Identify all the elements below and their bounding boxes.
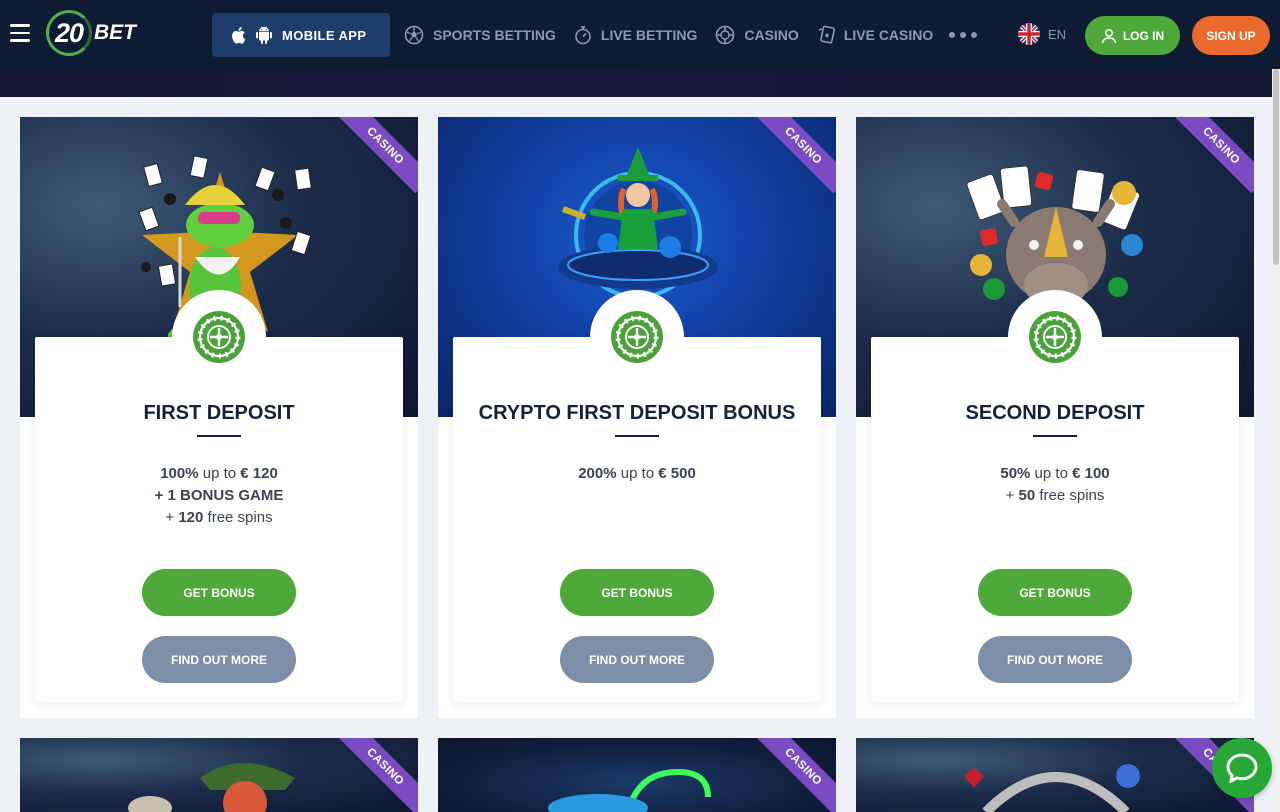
- top-navigation-bar: 20 BET MOBILE APP SPORTS BETTING LIVE BE…: [0, 0, 1280, 69]
- title-divider: [615, 435, 659, 437]
- main-nav: SPORTS BETTING LIVE BETTING CASINO LIVE …: [404, 0, 978, 69]
- bonus-card-image: CASINO: [438, 738, 836, 812]
- roulette-badge: [1008, 290, 1102, 384]
- mobile-app-button[interactable]: MOBILE APP: [212, 13, 390, 57]
- roulette-badge: [590, 290, 684, 384]
- bonus-description-line: 100% up to € 120: [35, 463, 403, 485]
- login-label: LOG IN: [1122, 28, 1165, 43]
- bonus-description-line: + 50 free spins: [871, 485, 1239, 507]
- bonus-title: CRYPTO FIRST DEPOSIT BONUS: [478, 402, 796, 424]
- bonus-text: 200%: [578, 465, 617, 482]
- nav-sports-betting[interactable]: SPORTS BETTING: [404, 25, 556, 45]
- nav-label: LIVE CASINO: [843, 26, 934, 43]
- bonus-text: +: [1005, 487, 1019, 504]
- bonus-title: FIRST DEPOSIT: [143, 402, 295, 424]
- bonus-text: + 1 BONUS GAME: [154, 487, 284, 504]
- bonus-text: € 100: [1072, 465, 1110, 482]
- bonus-title: SECOND DEPOSIT: [965, 402, 1145, 424]
- bonus-description: 50% up to € 100 + 50 free spins: [871, 463, 1239, 507]
- apple-icon: [232, 27, 246, 44]
- bonus-card: CASINO FIRST DEPOSIT 100% up to € 120 + 1…: [20, 117, 418, 718]
- stopwatch-icon: [575, 25, 591, 44]
- bonus-card-image: CASINO: [856, 738, 1254, 812]
- bonus-description: 100% up to € 120 + 1 BONUS GAME + 120 free…: [35, 463, 403, 529]
- logo-ring: 20: [46, 10, 92, 56]
- roulette-wheel-icon: [193, 311, 245, 363]
- bonus-text: +: [165, 509, 179, 526]
- bonus-text: up to: [198, 465, 241, 482]
- bonus-text: 100%: [160, 465, 199, 482]
- bonus-text: 50%: [1000, 465, 1031, 482]
- bonus-card: CASINO: [20, 738, 418, 812]
- mobile-app-label: MOBILE APP: [282, 27, 367, 43]
- bonus-description-line: + 120 free spins: [35, 507, 403, 529]
- get-bonus-button[interactable]: GET BONUS: [560, 569, 714, 616]
- language-code: EN: [1048, 26, 1067, 42]
- roulette-chip-icon: [716, 25, 735, 44]
- bonus-text: € 120: [240, 465, 278, 482]
- scrollbar-thumb[interactable]: [1273, 69, 1279, 265]
- playing-cards-icon: [818, 25, 835, 44]
- bonus-card: CASINO SECOND DEPOSIT 50% up to € 100 + 5…: [856, 117, 1254, 718]
- get-bonus-button[interactable]: GET BONUS: [142, 569, 296, 616]
- signup-button[interactable]: SIGN UP: [1192, 16, 1270, 55]
- bonus-text: free spins: [203, 509, 273, 526]
- find-out-more-button[interactable]: FIND OUT MORE: [560, 636, 714, 683]
- bonus-text: up to: [616, 465, 659, 482]
- find-out-more-button[interactable]: FIND OUT MORE: [142, 636, 296, 683]
- page-scrollbar[interactable]: [1272, 69, 1280, 812]
- bonus-text: free spins: [1035, 487, 1105, 504]
- uk-flag-icon: [1018, 23, 1040, 45]
- more-menu-icon[interactable]: [949, 31, 978, 38]
- login-button[interactable]: LOG IN: [1085, 16, 1180, 55]
- bonus-card: CASINO CRYPTO FIRST DEPOSIT BONUS 200% u…: [438, 117, 836, 718]
- bonus-description: 200% up to € 500: [453, 463, 821, 485]
- logo-text: BET: [94, 21, 136, 44]
- bonus-card-panel: SECOND DEPOSIT 50% up to € 100 + 50 free …: [871, 290, 1239, 702]
- bonus-text: up to: [1030, 465, 1073, 482]
- title-divider: [1033, 435, 1077, 437]
- nav-label: LIVE BETTING: [600, 26, 698, 43]
- find-out-more-button[interactable]: FIND OUT MORE: [978, 636, 1132, 683]
- android-icon: [256, 26, 272, 44]
- logo-number: 20: [54, 17, 84, 48]
- chat-bubble-icon: [1226, 753, 1258, 783]
- bonus-card: CASINO: [438, 738, 836, 812]
- bonus-text: 50: [1018, 487, 1036, 504]
- hero-banner-strip: [0, 69, 1280, 97]
- nav-label: SPORTS BETTING: [433, 26, 556, 43]
- roulette-wheel-icon: [1029, 311, 1081, 363]
- bonus-text: 120: [178, 509, 204, 526]
- live-chat-button[interactable]: [1212, 738, 1272, 798]
- bonus-description-line: 50% up to € 100: [871, 463, 1239, 485]
- bonus-description-line: 200% up to € 500: [453, 463, 821, 485]
- nav-live-casino[interactable]: LIVE CASINO: [817, 25, 933, 45]
- nav-label: CASINO: [744, 26, 799, 43]
- bonus-description-line: + 1 BONUS GAME: [35, 485, 403, 507]
- bonus-card: CASINO: [856, 738, 1254, 812]
- bonus-card-panel: CRYPTO FIRST DEPOSIT BONUS 200% up to € …: [453, 290, 821, 702]
- roulette-badge: [172, 290, 266, 384]
- user-icon: [1101, 28, 1117, 43]
- roulette-wheel-icon: [611, 311, 663, 363]
- site-logo[interactable]: 20 BET: [46, 10, 156, 56]
- title-divider: [197, 435, 241, 437]
- bonus-card-image: CASINO: [20, 738, 418, 812]
- bonus-card-panel: FIRST DEPOSIT 100% up to € 120 + 1 BONUS …: [35, 290, 403, 702]
- hamburger-menu-icon[interactable]: [10, 24, 30, 42]
- get-bonus-button[interactable]: GET BONUS: [978, 569, 1132, 616]
- language-selector[interactable]: EN: [1018, 23, 1066, 45]
- nav-casino[interactable]: CASINO: [715, 25, 799, 45]
- nav-live-betting[interactable]: LIVE BETTING: [574, 25, 697, 45]
- soccer-ball-icon: [404, 25, 424, 44]
- bonus-text: € 500: [658, 465, 696, 482]
